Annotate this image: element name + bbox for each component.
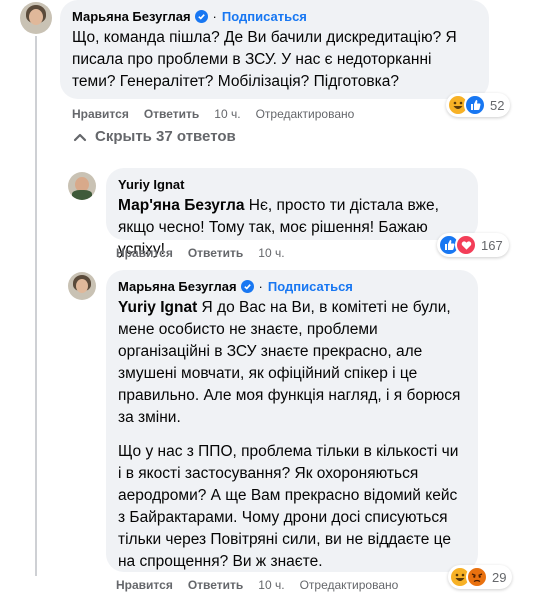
comment-text: Що, команда пішла? Де Ви бачили дискреди…: [72, 29, 457, 90]
avatar[interactable]: [20, 2, 52, 34]
comment-actions: Нравится Ответить 10 ч.: [116, 246, 300, 260]
comment-actions: Нравится Ответить 10 ч. Отредактировано: [116, 578, 413, 592]
reply-button[interactable]: Ответить: [144, 107, 199, 121]
reply-button[interactable]: Ответить: [188, 246, 243, 260]
heart-icon: [455, 234, 477, 256]
reactions-summary[interactable]: 52: [446, 93, 511, 117]
comment-bubble: Марьяна Безуглая · Подписаться Що, коман…: [60, 0, 489, 99]
angry-icon: [466, 566, 488, 588]
like-button[interactable]: Нравится: [72, 107, 129, 121]
avatar-hair: [72, 190, 92, 200]
comment-body: Я до Вас на Ви, в комітеті не були, мене…: [118, 299, 461, 426]
comment-bubble: Yuriy Ignat Мар'яна Безугла Нє, просто т…: [106, 168, 478, 258]
author-name[interactable]: Yuriy Ignat: [118, 176, 184, 193]
mention-link[interactable]: Yuriy Ignat: [118, 299, 197, 316]
author-name[interactable]: Марьяна Безуглая: [118, 278, 237, 295]
reactions-summary[interactable]: 29: [448, 565, 513, 589]
subscribe-link[interactable]: Подписаться: [222, 8, 307, 25]
reply-button[interactable]: Ответить: [188, 578, 243, 592]
timestamp[interactable]: 10 ч.: [258, 578, 284, 592]
comment-text: Yuriy Ignat Я до Вас на Ви, в комітеті н…: [118, 297, 466, 429]
return-arrow-icon: [73, 133, 87, 141]
mention-link[interactable]: Мар'яна Безугла: [118, 197, 244, 214]
like-icon: [464, 94, 486, 116]
verified-icon: [194, 10, 208, 23]
reaction-count: 29: [492, 569, 507, 585]
like-button[interactable]: Нравится: [116, 246, 173, 260]
edited-label: Отредактировано: [299, 578, 399, 592]
thread-line: [35, 36, 37, 576]
reactions-summary[interactable]: 167: [437, 233, 509, 257]
timestamp[interactable]: 10 ч.: [214, 107, 240, 121]
avatar[interactable]: [68, 272, 96, 300]
avatar[interactable]: [68, 172, 96, 200]
comment-bubble: Марьяна Безуглая · Подписаться Yuriy Ign…: [106, 270, 478, 572]
like-button[interactable]: Нравится: [116, 578, 173, 592]
hide-replies-label: Скрыть 37 ответов: [95, 128, 236, 145]
hide-replies-button[interactable]: Скрыть 37 ответов: [72, 128, 236, 145]
reaction-count: 167: [481, 237, 503, 253]
comment-text-paragraph: Що у нас з ППО, проблема тільки в кілько…: [118, 443, 459, 570]
separator-dot: ·: [212, 9, 217, 24]
comment-actions: Нравится Ответить 10 ч. Отредактировано: [72, 107, 369, 121]
separator-dot: ·: [258, 279, 263, 294]
avatar-face: [76, 279, 88, 293]
comment-header: Марьяна Безуглая · Подписаться: [118, 278, 466, 295]
edited-label: Отредактировано: [255, 107, 355, 121]
comment-header: Yuriy Ignat: [118, 176, 466, 193]
author-name[interactable]: Марьяна Безуглая: [72, 8, 191, 25]
verified-icon: [240, 280, 254, 293]
timestamp[interactable]: 10 ч.: [258, 246, 284, 260]
avatar-face: [29, 9, 43, 25]
subscribe-link[interactable]: Подписаться: [268, 278, 353, 295]
comment-header: Марьяна Безуглая · Подписаться: [72, 8, 477, 25]
reaction-count: 52: [490, 97, 505, 113]
